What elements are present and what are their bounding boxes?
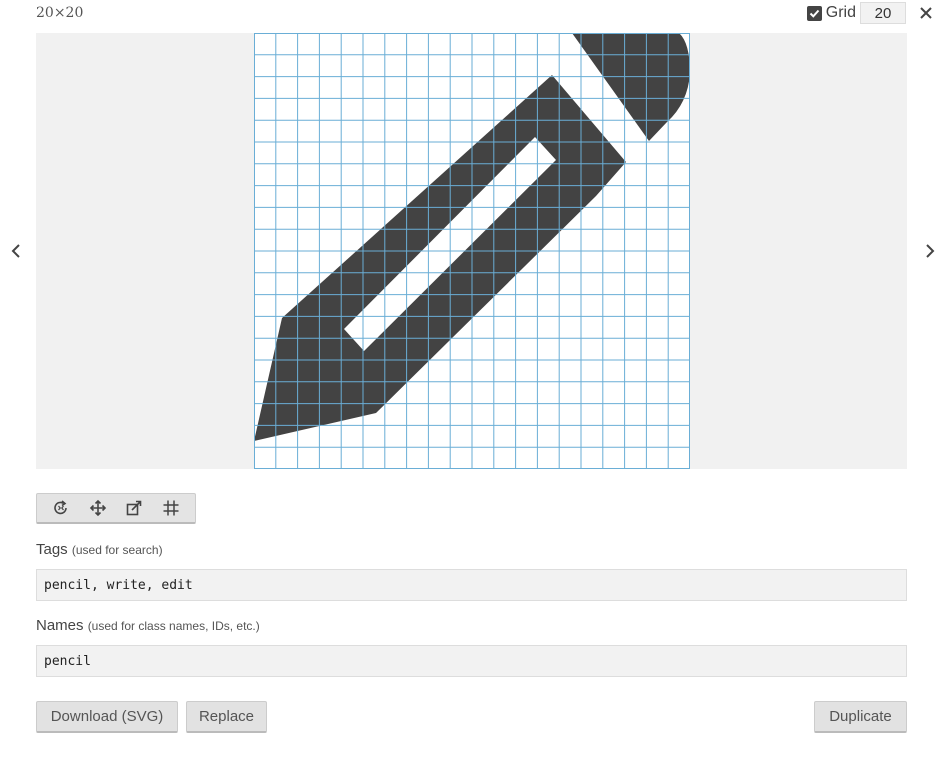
previous-icon-button[interactable] [6,240,26,262]
grid-size-input[interactable] [860,2,906,24]
close-icon[interactable] [917,4,935,22]
names-input[interactable] [36,645,907,677]
icon-canvas [254,33,690,469]
replace-button[interactable]: Replace [186,701,267,733]
next-icon-button[interactable] [920,240,940,262]
grid-frame-button[interactable] [160,497,182,519]
tags-input[interactable] [36,569,907,601]
grid-label: Grid [825,4,856,21]
icon-size-label: 20×20 [36,5,84,21]
resize-button[interactable] [123,497,145,519]
chevron-right-icon [926,244,935,258]
rotate-button[interactable] [50,497,72,519]
duplicate-button[interactable]: Duplicate [814,701,907,733]
grid-overlay [254,33,690,469]
names-label: Names (used for class names, IDs, etc.) [36,617,260,634]
resize-icon [126,500,142,516]
tags-hint: (used for search) [71,543,163,557]
move-icon [89,499,106,517]
rotate-icon [54,500,68,515]
move-button[interactable] [87,497,109,519]
icon-preview-area [36,33,907,469]
grid-checkbox[interactable] [806,5,822,21]
download-svg-button[interactable]: Download (SVG) [36,701,178,733]
chevron-left-icon [11,244,20,258]
transform-toolbar [36,493,196,524]
names-label-text: Names [36,617,84,634]
names-hint: (used for class names, IDs, etc.) [87,619,260,633]
grid-control: Grid [806,2,906,24]
grid-frame-icon [163,500,179,516]
tags-label: Tags (used for search) [36,541,163,558]
tags-label-text: Tags [36,541,68,558]
checkmark-icon [809,9,820,18]
